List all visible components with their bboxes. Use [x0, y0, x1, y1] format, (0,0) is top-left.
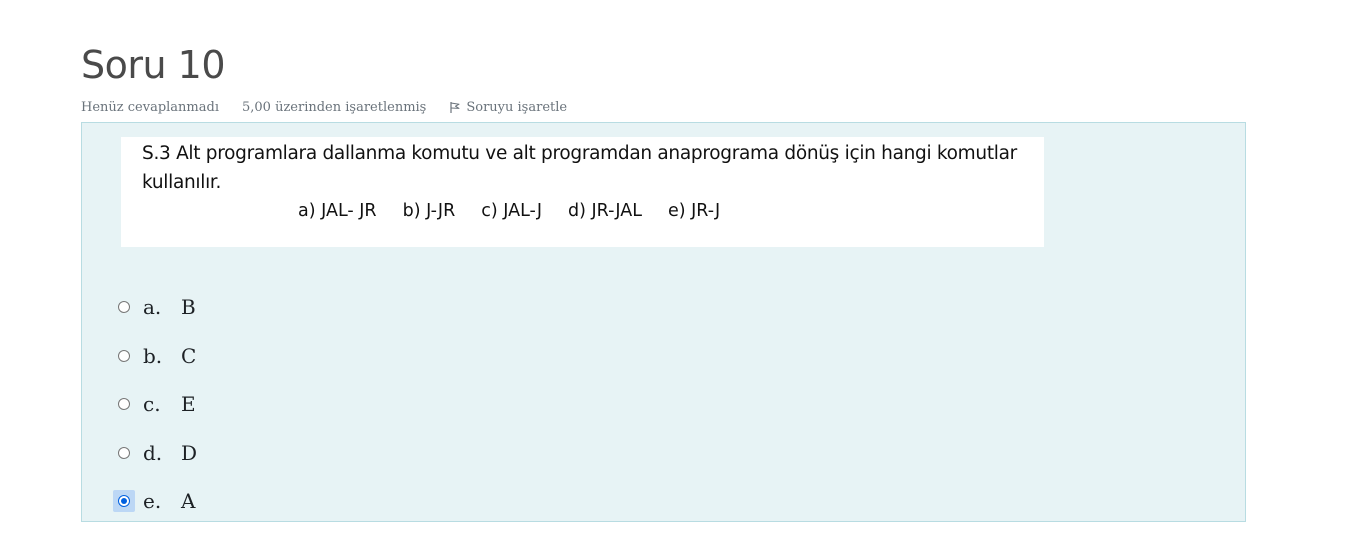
answer-radio-d[interactable]	[118, 446, 130, 459]
answer-label-b[interactable]: b. C	[143, 344, 196, 368]
answer-radio-e[interactable]	[118, 495, 130, 507]
question-title: Soru 10	[81, 43, 226, 87]
question-text-line2: kullanılır.	[142, 172, 222, 193]
answer-number: d.	[143, 440, 163, 465]
flag-label: Soruyu işaretle	[466, 99, 568, 115]
flag-icon	[450, 101, 460, 113]
answer-number: c.	[143, 392, 161, 416]
answer-number: b.	[143, 343, 163, 368]
answer-label-d[interactable]: d. D	[143, 441, 197, 465]
answer-text: C	[181, 343, 197, 368]
answer-number: a.	[143, 295, 162, 319]
question-option: e) JR-J	[667, 201, 721, 221]
answer-radio-b[interactable]	[118, 349, 130, 362]
question-option: d) JR-JAL	[567, 201, 642, 221]
answer-text: E	[181, 392, 196, 416]
question-option: c) JAL-J	[481, 201, 542, 221]
answer-radio-a[interactable]	[118, 301, 130, 313]
answer-radio-c[interactable]	[118, 398, 130, 410]
question-options: a) JAL- JR b) J-JR c) JAL-J d) JR-JAL e)…	[298, 201, 746, 221]
question-grade: 5,00 üzerinden işaretlenmiş	[242, 99, 427, 115]
question-option: a) JAL- JR	[298, 201, 377, 221]
question-state: Henüz cevaplanmadı	[81, 99, 219, 115]
answer-label-c[interactable]: c. E	[143, 392, 196, 416]
question-option: b) J-JR	[402, 201, 456, 221]
answer-text: A	[181, 489, 196, 513]
answer-label-a[interactable]: a. B	[143, 295, 196, 319]
question-formulation: S.3 Alt programlara dallanma komutu ve a…	[81, 122, 1246, 522]
answer-label-e[interactable]: e. A	[143, 489, 195, 513]
answer-number: e.	[143, 489, 162, 513]
answer-text: B	[181, 295, 196, 319]
flag-question-link[interactable]: Soruyu işaretle	[449, 100, 567, 115]
question-image: S.3 Alt programlara dallanma komutu ve a…	[121, 137, 1044, 247]
question-info: Henüz cevaplanmadı 5,00 üzerinden işaret…	[81, 98, 567, 116]
answer-text: D	[181, 440, 198, 465]
question-text-line1: S.3 Alt programlara dallanma komutu ve a…	[142, 143, 1017, 164]
